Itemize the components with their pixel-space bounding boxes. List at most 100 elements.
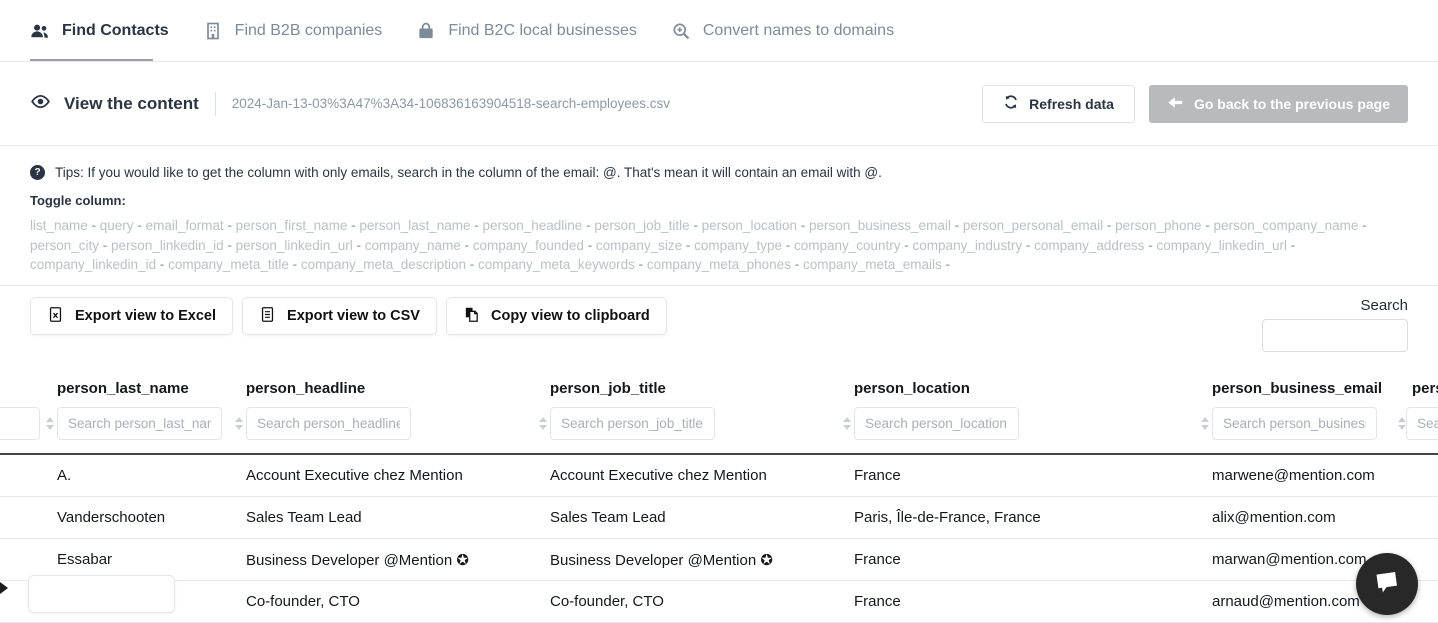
sort-control[interactable]: [1198, 417, 1212, 430]
table-header: person_last_name person_headline person_…: [0, 380, 1438, 440]
toggle-column-link[interactable]: company_meta_description: [301, 257, 466, 272]
cell-person-location: France: [840, 467, 1198, 484]
toggle-separator: -: [791, 257, 803, 272]
tips-row: ? Tips: If you would like to get the col…: [30, 165, 1408, 180]
tips-section: ? Tips: If you would like to get the col…: [0, 146, 1438, 286]
toggle-column-link[interactable]: person_city: [30, 238, 99, 253]
toggle-column-link[interactable]: company_founded: [473, 238, 584, 253]
tab-find-b2b-companies[interactable]: Find B2B companies: [203, 21, 383, 41]
column-person-headline: person_headline: [232, 380, 536, 440]
column-partial-left: [0, 380, 43, 440]
toggle-separator: -: [1022, 238, 1034, 253]
toggle-column-link[interactable]: company_meta_title: [168, 257, 289, 272]
toggle-column-link[interactable]: list_name: [30, 218, 88, 233]
toggle-column-link[interactable]: person_personal_email: [963, 218, 1103, 233]
clipboard-copy-icon: [463, 306, 480, 327]
copy-clipboard-button[interactable]: Copy view to clipboard: [446, 297, 667, 335]
go-back-button[interactable]: Go back to the previous page: [1149, 85, 1408, 123]
toggle-column-link[interactable]: company_meta_keywords: [478, 257, 635, 272]
cell-person-business-email: marwene@mention.com: [1198, 467, 1398, 484]
sort-control[interactable]: [232, 417, 246, 430]
toggle-separator: -: [635, 257, 647, 272]
sort-control[interactable]: [1398, 417, 1406, 430]
toggle-column-link[interactable]: company_linkedin_url: [1156, 238, 1287, 253]
column-filter-input[interactable]: [246, 407, 411, 440]
toggle-column-link[interactable]: company_linkedin_id: [30, 257, 156, 272]
search-input[interactable]: [1262, 319, 1408, 352]
people-icon: [30, 21, 50, 41]
sort-control[interactable]: [43, 417, 57, 430]
question-icon: ?: [30, 165, 45, 180]
column-filter-input[interactable]: [550, 407, 715, 440]
global-search: Search: [1262, 297, 1408, 352]
refresh-data-button[interactable]: Refresh data: [982, 85, 1135, 123]
export-excel-button[interactable]: Export view to Excel: [30, 297, 233, 335]
toggle-separator: -: [1202, 218, 1214, 233]
export-excel-label: Export view to Excel: [75, 308, 216, 324]
toggle-column-link[interactable]: person_first_name: [236, 218, 348, 233]
toggle-column-link[interactable]: person_linkedin_url: [236, 238, 353, 253]
toggle-separator: -: [88, 218, 100, 233]
cell-person-last-name: Essabar: [43, 551, 232, 568]
toggle-column-link[interactable]: company_name: [365, 238, 461, 253]
column-person-location: person_location: [840, 380, 1198, 440]
sort-control[interactable]: [536, 417, 550, 430]
column-partial-right: person_personal_email: [1398, 380, 1438, 440]
toggle-separator: -: [353, 238, 365, 253]
popup-box: [28, 575, 175, 613]
sort-control[interactable]: [840, 417, 854, 430]
popup-arrow-icon: [0, 582, 8, 594]
toggle-column-link[interactable]: company_size: [596, 238, 682, 253]
toggle-column-link[interactable]: company_country: [794, 238, 901, 253]
toggle-column-link[interactable]: person_phone: [1115, 218, 1201, 233]
toggle-separator: -: [951, 218, 963, 233]
search-plus-icon: [671, 21, 691, 41]
toggle-column-link[interactable]: query: [100, 218, 134, 233]
export-csv-label: Export view to CSV: [287, 308, 420, 324]
toggle-column-link[interactable]: person_last_name: [359, 218, 470, 233]
toggle-column-link[interactable]: person_company_name: [1214, 218, 1359, 233]
chat-bubble-icon: [1372, 567, 1402, 602]
toggle-column-link[interactable]: person_location: [702, 218, 797, 233]
building-icon: [203, 21, 223, 41]
toggle-separator: -: [942, 257, 950, 272]
tab-find-b2c-local-businesses[interactable]: Find B2C local businesses: [416, 21, 637, 41]
toggle-separator: -: [1287, 238, 1295, 253]
column-filter-input[interactable]: [57, 407, 222, 440]
cell-person-headline: Sales Team Lead: [232, 509, 536, 526]
toggle-column-link[interactable]: company_meta_emails: [803, 257, 942, 272]
table-row: Essabar Business Developer @Mention ✪ Bu…: [0, 539, 1438, 581]
column-header-label: person_personal_email: [1412, 380, 1438, 398]
toggle-column-link[interactable]: company_type: [694, 238, 782, 253]
tab-find-contacts[interactable]: Find Contacts: [30, 21, 169, 41]
toggle-separator: -: [347, 218, 359, 233]
cell-person-job-title: Account Executive chez Mention: [536, 467, 840, 484]
toggle-column-link[interactable]: person_business_email: [809, 218, 951, 233]
toggle-column-link[interactable]: company_address: [1034, 238, 1144, 253]
toggle-column-link[interactable]: person_linkedin_id: [111, 238, 224, 253]
toggle-column-link[interactable]: company_meta_phones: [647, 257, 791, 272]
column-person-last-name: person_last_name: [43, 380, 232, 440]
toggle-column-list: list_name - query - email_format - perso…: [30, 216, 1395, 275]
search-label: Search: [1262, 297, 1408, 314]
chat-widget-button[interactable]: [1356, 553, 1418, 615]
toggle-separator: -: [797, 218, 809, 233]
column-header-label: person_business_email: [1212, 380, 1398, 398]
cell-person-business-email: alix@mention.com: [1198, 509, 1398, 526]
page-title-text: View the content: [64, 94, 199, 114]
column-filter-input[interactable]: [0, 407, 40, 440]
toggle-column-link[interactable]: email_format: [146, 218, 224, 233]
column-filter-input[interactable]: [1406, 407, 1438, 440]
column-filter-input[interactable]: [854, 407, 1019, 440]
toggle-column-link[interactable]: person_job_title: [594, 218, 689, 233]
toggle-column-link[interactable]: company_industry: [913, 238, 1023, 253]
table-row: A. Account Executive chez Mention Accoun…: [0, 455, 1438, 497]
column-filter-input[interactable]: [1212, 407, 1377, 440]
csv-file-icon: [259, 306, 276, 327]
view-header-bar: View the content 2024-Jan-13-03%3A47%3A3…: [0, 62, 1438, 146]
tab-convert-names-to-domains[interactable]: Convert names to domains: [671, 21, 894, 41]
toggle-separator: -: [224, 218, 236, 233]
export-csv-button[interactable]: Export view to CSV: [242, 297, 437, 335]
toggle-column-link[interactable]: person_headline: [482, 218, 582, 233]
data-table: person_last_name person_headline person_…: [0, 380, 1438, 623]
